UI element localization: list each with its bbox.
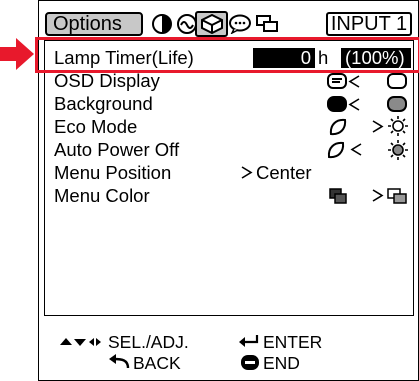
end-icon bbox=[241, 355, 259, 370]
osd-display-off-icon[interactable] bbox=[386, 72, 408, 90]
auto-power-off-icon[interactable] bbox=[326, 140, 348, 160]
eco-lamp-bright-icon[interactable] bbox=[386, 114, 410, 138]
footer-enter: ENTER bbox=[263, 332, 323, 352]
menu-item-menu-position[interactable]: Menu Position bbox=[54, 163, 171, 183]
menu-item-eco-mode[interactable]: Eco Mode bbox=[54, 117, 137, 137]
back-icon bbox=[109, 354, 130, 369]
auto-power-off-off-icon[interactable] bbox=[386, 138, 410, 162]
menu-item-auto-power-off[interactable]: Auto Power Off bbox=[54, 140, 179, 160]
audio-icon[interactable] bbox=[176, 14, 198, 34]
selector-arrow-icon bbox=[372, 120, 384, 133]
selector-arrow-icon bbox=[241, 166, 253, 179]
selector-arrow-icon bbox=[372, 189, 384, 202]
selector-arrow-icon bbox=[348, 75, 360, 88]
red-arrow-icon bbox=[0, 38, 34, 70]
language-icon[interactable] bbox=[228, 14, 252, 34]
background-none-icon[interactable] bbox=[386, 95, 408, 113]
menu-color-dark-icon[interactable] bbox=[328, 186, 348, 206]
menu-color-light-icon[interactable] bbox=[386, 186, 408, 206]
selected-item-highlight bbox=[35, 37, 419, 73]
footer-sel-adj: SEL./ADJ. bbox=[108, 332, 189, 352]
eco-leaf-icon[interactable] bbox=[328, 117, 348, 137]
selector-arrow-icon bbox=[350, 143, 362, 156]
enter-icon bbox=[239, 335, 259, 347]
menu-item-osd-display[interactable]: OSD Display bbox=[54, 71, 160, 91]
footer-end: END bbox=[263, 353, 300, 373]
options-icon[interactable] bbox=[200, 14, 224, 34]
background-blue-icon[interactable] bbox=[326, 95, 348, 113]
picture-icon[interactable] bbox=[151, 14, 173, 34]
menu-item-background[interactable]: Background bbox=[54, 94, 153, 114]
input-indicator: INPUT 1 bbox=[326, 12, 412, 36]
up-down-left-right-icon bbox=[60, 338, 101, 346]
osd-display-on-icon[interactable] bbox=[326, 72, 348, 90]
selector-arrow-icon bbox=[348, 98, 360, 111]
menu-item-menu-color[interactable]: Menu Color bbox=[54, 186, 150, 206]
footer-back: BACK bbox=[133, 353, 181, 373]
display-icon[interactable] bbox=[255, 14, 279, 34]
tab-options[interactable]: Options bbox=[45, 12, 143, 36]
menu-position-value: Center bbox=[256, 162, 312, 183]
